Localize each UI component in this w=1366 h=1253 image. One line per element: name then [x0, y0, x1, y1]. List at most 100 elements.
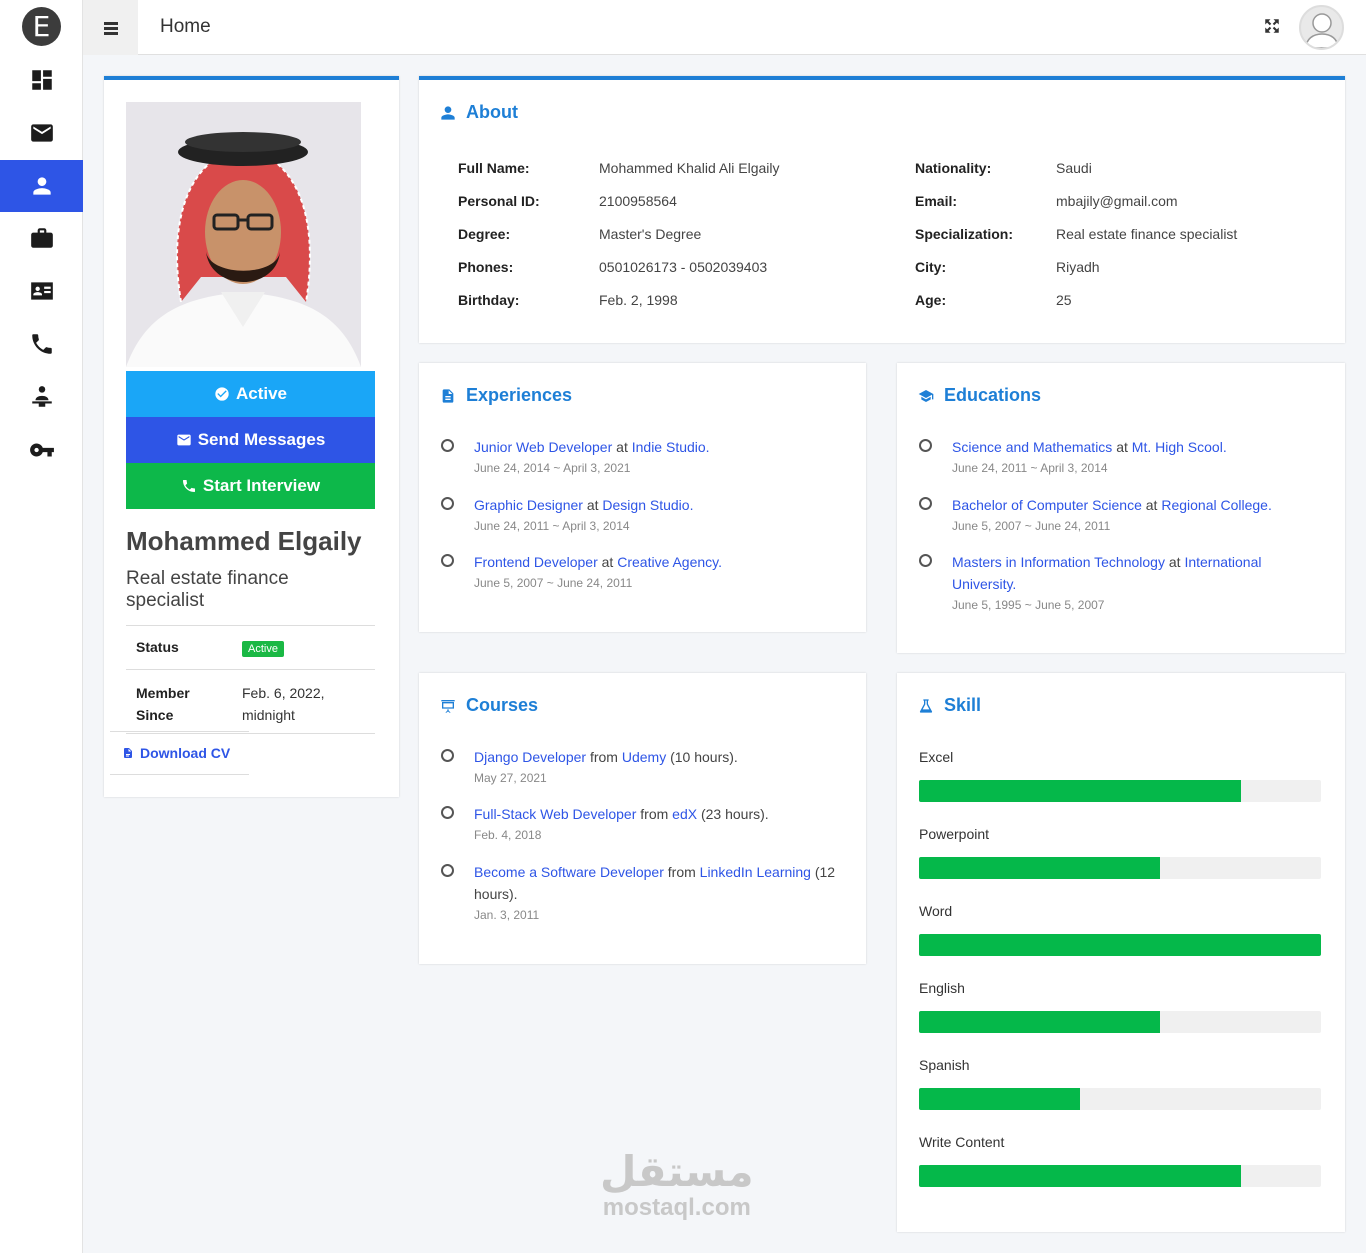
skill-label: Excel — [919, 749, 954, 765]
sidebar-item-calls[interactable] — [0, 318, 83, 370]
sidebar-item-access[interactable] — [0, 424, 83, 476]
sidebar-item-jobs[interactable] — [0, 212, 83, 264]
timeline-date: June 5, 2007 ~ June 24, 2011 — [952, 519, 1111, 533]
status-badge: Active — [242, 641, 284, 657]
timeline-text: Junior Web Developer at Indie Studio. — [474, 436, 854, 458]
circle-icon — [441, 864, 454, 877]
about-header: About — [440, 102, 518, 123]
timeline-org-link[interactable]: edX — [672, 806, 697, 822]
about-value: Riyadh — [1056, 259, 1100, 275]
member-since-row: Member Since Feb. 6, 2022, midnight — [126, 669, 375, 734]
circle-icon — [441, 806, 454, 819]
pdf-file-icon — [124, 748, 132, 758]
timeline-org-link[interactable]: Design Studio. — [602, 497, 693, 513]
avatar-icon — [1304, 13, 1339, 48]
presentation-icon — [441, 699, 455, 713]
timeline-text: Science and Mathematics at Mt. High Scoo… — [952, 436, 1332, 458]
timeline-role-link[interactable]: Full-Stack Web Developer — [474, 806, 636, 822]
timeline-date: June 5, 1995 ~ June 5, 2007 — [952, 598, 1105, 612]
user-avatar[interactable] — [1299, 5, 1344, 50]
dashboard-icon — [31, 70, 52, 90]
user-icon — [32, 177, 51, 195]
timeline-date: June 24, 2011 ~ April 3, 2014 — [474, 519, 630, 533]
skill-progress-fill — [919, 1165, 1241, 1187]
experiences-header: Experiences — [440, 385, 572, 406]
timeline-org-link[interactable]: Regional College. — [1161, 497, 1272, 513]
expand-icon — [1265, 19, 1279, 33]
timeline-role-link[interactable]: Junior Web Developer — [474, 439, 612, 455]
circle-icon — [441, 497, 454, 510]
skill-label: English — [919, 980, 965, 996]
timeline-role-link[interactable]: Bachelor of Computer Science — [952, 497, 1142, 513]
menu-toggle-button[interactable] — [83, 0, 138, 55]
key-icon — [29, 443, 54, 457]
fullscreen-button[interactable] — [1263, 17, 1283, 37]
envelope-icon — [177, 434, 191, 446]
profile-name: Mohammed Elgaily — [126, 526, 362, 556]
circle-icon — [441, 554, 454, 567]
timeline-role-link[interactable]: Graphic Designer — [474, 497, 583, 513]
circle-icon — [919, 497, 932, 510]
about-key: Email: — [915, 193, 958, 209]
skill-progress-bar — [919, 1088, 1321, 1110]
timeline-separator: at — [616, 439, 628, 455]
sidebar-item-interviews[interactable] — [0, 371, 83, 423]
member-since-value: Feb. 6, 2022, midnight — [242, 685, 325, 723]
timeline-text: Django Developer from Udemy (10 hours). — [474, 746, 854, 768]
sidebar-item-mail[interactable] — [0, 107, 83, 159]
graduation-cap-icon — [918, 389, 934, 402]
timeline-role-link[interactable]: Science and Mathematics — [952, 439, 1112, 455]
active-button[interactable]: Active — [126, 371, 375, 417]
courses-card: Courses Django Developer from Udemy (10 … — [419, 673, 866, 964]
start-interview-button[interactable]: Start Interview — [126, 463, 375, 509]
hamburger-icon — [103, 21, 118, 35]
skill-progress-fill — [919, 857, 1161, 879]
timeline-role-link[interactable]: Become a Software Developer — [474, 864, 664, 880]
skill-progress-fill — [919, 1088, 1080, 1110]
status-label: Status — [136, 639, 179, 655]
timeline-text: Full-Stack Web Developer from edX (23 ho… — [474, 803, 854, 825]
about-key: Full Name: — [458, 160, 530, 176]
timeline-text: Masters in Information Technology at Int… — [952, 551, 1322, 595]
timeline-extra: (10 hours). — [670, 749, 738, 765]
about-key: Degree: — [458, 226, 511, 242]
about-card: About Full Name: Mohammed Khalid Ali Elga… — [419, 76, 1345, 343]
timeline-role-link[interactable]: Django Developer — [474, 749, 586, 765]
about-value: Feb. 2, 1998 — [599, 292, 678, 308]
about-key: Nationality: — [915, 160, 992, 176]
app-logo[interactable]: E — [22, 7, 61, 46]
check-circle-icon — [215, 387, 229, 401]
educations-card: Educations Science and Mathematics at Mt… — [897, 363, 1345, 653]
skill-label: Spanish — [919, 1057, 970, 1073]
timeline-text: Graphic Designer at Design Studio. — [474, 494, 854, 516]
skill-progress-fill — [919, 934, 1321, 956]
download-cv-link[interactable]: Download CV — [110, 731, 249, 775]
timeline-separator: at — [1145, 497, 1158, 513]
sidebar-item-profile[interactable] — [0, 160, 83, 212]
skill-progress-bar — [919, 857, 1321, 879]
send-messages-button[interactable]: Send Messages — [126, 417, 375, 463]
timeline-role-link[interactable]: Frontend Developer — [474, 554, 598, 570]
timeline-role-link[interactable]: Masters in Information Technology — [952, 554, 1165, 570]
about-key: City: — [915, 259, 947, 275]
timeline-org-link[interactable]: LinkedIn Learning — [700, 864, 811, 880]
about-value: mbajily@gmail.com — [1056, 193, 1178, 209]
timeline-date: June 24, 2011 ~ April 3, 2014 — [952, 461, 1108, 475]
timeline-org-link[interactable]: Creative Agency. — [617, 554, 722, 570]
person-desk-icon — [31, 386, 52, 407]
skill-progress-fill — [919, 1011, 1161, 1033]
phone-icon — [182, 480, 195, 492]
page-title: Home — [160, 16, 211, 37]
timeline-org-link[interactable]: Udemy — [622, 749, 666, 765]
timeline-org-link[interactable]: Indie Studio. — [632, 439, 710, 455]
timeline-org-link[interactable]: Mt. High Scool. — [1132, 439, 1227, 455]
timeline-date: Jan. 3, 2011 — [474, 908, 540, 922]
profile-photo — [126, 102, 361, 367]
sidebar-item-dashboard[interactable] — [0, 54, 83, 106]
timeline-extra: (23 hours). — [700, 806, 769, 822]
mail-icon — [30, 124, 53, 142]
circle-icon — [919, 554, 932, 567]
about-key: Specialization: — [915, 226, 1014, 242]
sidebar-item-contacts[interactable] — [0, 265, 83, 317]
timeline-date: June 24, 2014 ~ April 3, 2021 — [474, 461, 631, 475]
